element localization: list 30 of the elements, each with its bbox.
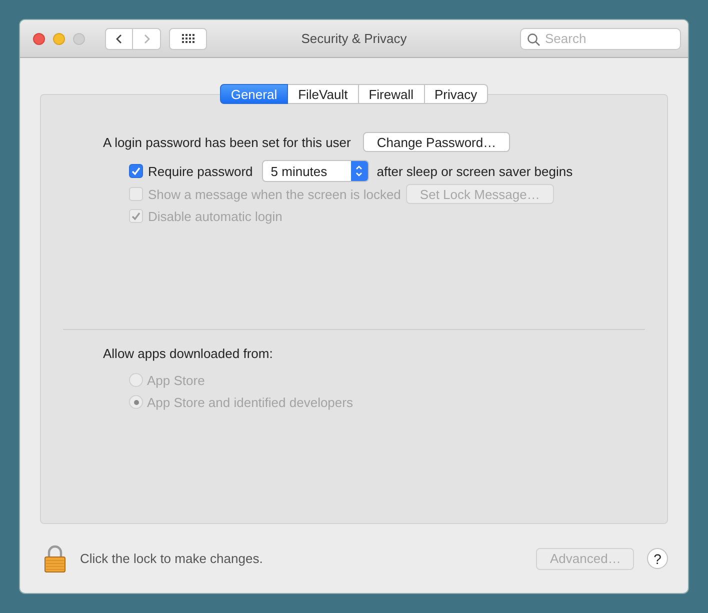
- interval-dropdown[interactable]: 5 minutes: [262, 160, 369, 182]
- help-button[interactable]: ?: [647, 548, 668, 569]
- search-field[interactable]: Search: [521, 28, 680, 48]
- checkbox-label: Require password: [148, 164, 253, 178]
- lock-hint-text: Click the lock to make changes.: [80, 551, 263, 566]
- window-title: Security & Privacy: [301, 31, 407, 46]
- tab[interactable]: Privacy: [424, 84, 488, 104]
- back-button[interactable]: [105, 28, 133, 50]
- checkbox-label: Show a message when the screen is locked: [148, 186, 401, 202]
- grid-icon: [182, 34, 194, 44]
- login-status-text: A login password has been set for this user: [103, 134, 351, 150]
- checkbox[interactable]: [129, 164, 143, 178]
- padlock-icon[interactable]: [44, 544, 66, 572]
- minimize-button[interactable]: [53, 32, 65, 44]
- close-button[interactable]: [33, 32, 45, 44]
- show-all-button[interactable]: [169, 28, 207, 50]
- search-icon: [527, 32, 540, 46]
- radio-label: App Store: [147, 372, 205, 388]
- change-password-button[interactable]: Change Password…: [362, 132, 510, 152]
- checkbox-label: Disable automatic login: [148, 208, 282, 224]
- interval-suffix-text: after sleep or screen saver begins: [376, 164, 573, 178]
- allow-apps-label: Allow apps downloaded from:: [103, 346, 273, 361]
- zoom-button[interactable]: [73, 32, 85, 44]
- tab[interactable]: FileVault: [288, 84, 359, 104]
- tab[interactable]: General: [220, 84, 288, 104]
- radio-label: App Store and identified developers: [147, 394, 353, 410]
- tab[interactable]: Firewall: [358, 84, 425, 104]
- chevron-right-icon: [142, 32, 152, 44]
- chevron-left-icon: [114, 32, 124, 44]
- stepper-icon: [355, 165, 364, 177]
